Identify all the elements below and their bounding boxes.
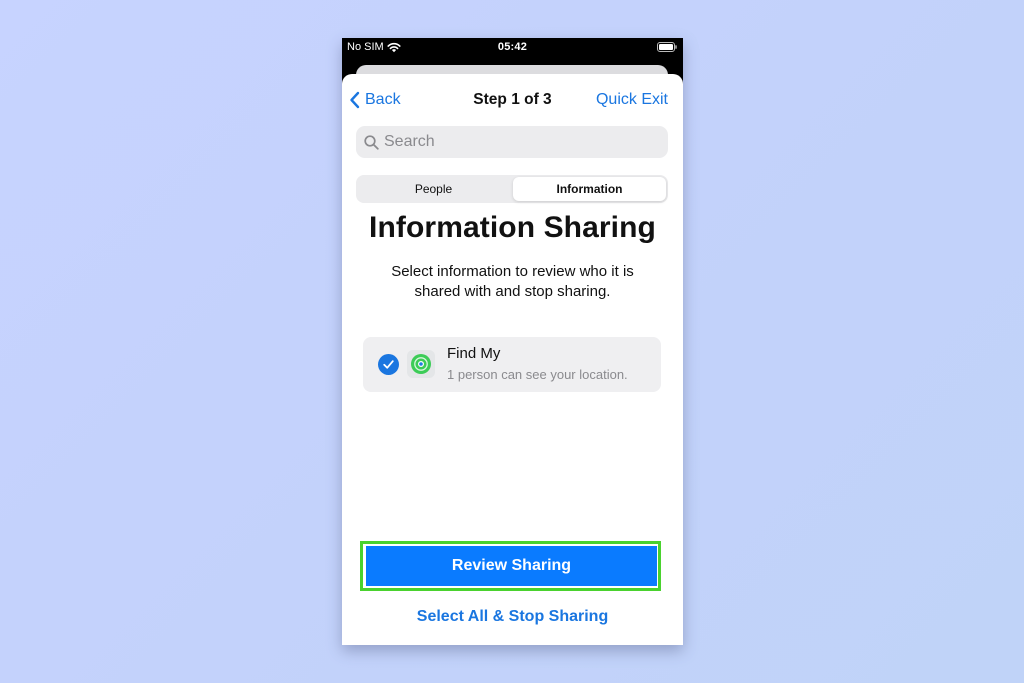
segmented-control: People Information [356,175,668,203]
navigation-bar: Back Step 1 of 3 Quick Exit [342,74,683,124]
safety-check-sheet: Back Step 1 of 3 Quick Exit People Infor… [342,74,683,645]
search-icon [364,134,379,150]
app-name: Find My [447,345,501,362]
checkbox-checked[interactable] [378,354,399,375]
app-sharing-detail: 1 person can see your location. [447,367,628,382]
select-all-stop-sharing-button[interactable]: Select All & Stop Sharing [342,608,683,626]
quick-exit-button[interactable]: Quick Exit [596,91,668,109]
review-sharing-button[interactable]: Review Sharing [366,546,657,586]
battery-icon [657,42,677,52]
status-bar: No SIM 05:42 [342,38,683,58]
find-my-icon [407,350,435,378]
search-bar[interactable] [356,126,668,158]
segment-people[interactable]: People [358,177,509,201]
app-row-find-my[interactable]: Find My 1 person can see your location. [363,337,661,392]
chevron-left-icon [350,91,360,109]
back-label: Back [365,91,401,108]
search-input[interactable] [384,133,654,151]
segment-information[interactable]: Information [513,177,666,201]
clock: 05:42 [497,41,528,53]
page-description: Select information to review who it is s… [391,263,634,300]
page-title: Information Sharing [369,211,656,244]
checkmark-icon [383,360,394,369]
phone-screen: No SIM 05:42 Back Step 1 of 3 Quick Exit… [342,38,683,645]
back-button[interactable]: Back [349,91,401,109]
